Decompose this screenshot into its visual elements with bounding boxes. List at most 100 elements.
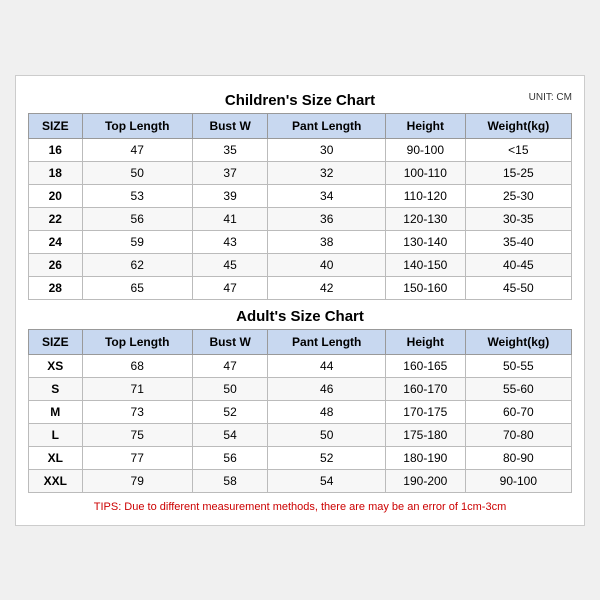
table-cell: 75 (82, 423, 192, 446)
table-cell: 30 (268, 138, 386, 161)
table-cell: 50 (268, 423, 386, 446)
table-cell: 25-30 (465, 184, 571, 207)
table-cell: 120-130 (386, 207, 466, 230)
table-row: S715046160-17055-60 (29, 377, 572, 400)
table-row: XS684744160-16550-55 (29, 354, 572, 377)
table-cell: 35 (192, 138, 268, 161)
table-cell: 48 (268, 400, 386, 423)
table-cell: 41 (192, 207, 268, 230)
table-cell: 47 (192, 354, 268, 377)
table-row: 20533934110-12025-30 (29, 184, 572, 207)
table-cell: L (29, 423, 83, 446)
table-cell: XL (29, 446, 83, 469)
adult-table: SIZE Top Length Bust W Pant Length Heigh… (28, 329, 572, 493)
adult-col-header-top-length: Top Length (82, 329, 192, 354)
adult-col-header-size: SIZE (29, 329, 83, 354)
table-cell: 34 (268, 184, 386, 207)
table-cell: 52 (268, 446, 386, 469)
table-cell: 90-100 (465, 469, 571, 492)
col-header-height: Height (386, 113, 466, 138)
table-cell: 46 (268, 377, 386, 400)
col-header-weight: Weight(kg) (465, 113, 571, 138)
table-cell: 73 (82, 400, 192, 423)
table-cell: 190-200 (386, 469, 466, 492)
table-row: M735248170-17560-70 (29, 400, 572, 423)
table-cell: 68 (82, 354, 192, 377)
adult-title-text: Adult's Size Chart (236, 308, 364, 325)
table-row: 22564136120-13030-35 (29, 207, 572, 230)
table-cell: 59 (82, 230, 192, 253)
table-cell: 50 (82, 161, 192, 184)
table-cell: 38 (268, 230, 386, 253)
table-row: XL775652180-19080-90 (29, 446, 572, 469)
adult-col-header-bust: Bust W (192, 329, 268, 354)
children-title-text: Children's Size Chart (225, 92, 375, 109)
table-cell: 140-150 (386, 253, 466, 276)
table-cell: 45-50 (465, 276, 571, 299)
table-cell: 77 (82, 446, 192, 469)
children-header-row: SIZE Top Length Bust W Pant Length Heigh… (29, 113, 572, 138)
table-cell: 71 (82, 377, 192, 400)
table-cell: 40 (268, 253, 386, 276)
table-cell: 15-25 (465, 161, 571, 184)
table-cell: 37 (192, 161, 268, 184)
table-cell: 52 (192, 400, 268, 423)
table-row: 24594338130-14035-40 (29, 230, 572, 253)
table-cell: 47 (82, 138, 192, 161)
table-cell: <15 (465, 138, 571, 161)
table-cell: 18 (29, 161, 83, 184)
col-header-top-length: Top Length (82, 113, 192, 138)
table-cell: 56 (192, 446, 268, 469)
table-cell: 175-180 (386, 423, 466, 446)
table-cell: 70-80 (465, 423, 571, 446)
table-row: 18503732100-11015-25 (29, 161, 572, 184)
table-cell: 22 (29, 207, 83, 230)
table-cell: 53 (82, 184, 192, 207)
table-row: XXL795854190-20090-100 (29, 469, 572, 492)
table-cell: 50-55 (465, 354, 571, 377)
table-cell: 44 (268, 354, 386, 377)
table-cell: 45 (192, 253, 268, 276)
table-cell: 65 (82, 276, 192, 299)
table-cell: 160-170 (386, 377, 466, 400)
table-cell: 16 (29, 138, 83, 161)
table-cell: 180-190 (386, 446, 466, 469)
table-cell: 130-140 (386, 230, 466, 253)
table-cell: 40-45 (465, 253, 571, 276)
table-cell: 56 (82, 207, 192, 230)
adult-col-header-pant: Pant Length (268, 329, 386, 354)
col-header-size: SIZE (29, 113, 83, 138)
table-cell: 79 (82, 469, 192, 492)
table-cell: 50 (192, 377, 268, 400)
chart-container: Children's Size Chart UNIT: CM SIZE Top … (15, 75, 585, 526)
table-cell: 24 (29, 230, 83, 253)
table-cell: 54 (268, 469, 386, 492)
table-cell: 39 (192, 184, 268, 207)
table-cell: 42 (268, 276, 386, 299)
table-cell: 20 (29, 184, 83, 207)
table-cell: 160-165 (386, 354, 466, 377)
table-cell: 43 (192, 230, 268, 253)
table-cell: 47 (192, 276, 268, 299)
col-header-bust: Bust W (192, 113, 268, 138)
table-row: 1647353090-100<15 (29, 138, 572, 161)
table-cell: 62 (82, 253, 192, 276)
adult-col-header-height: Height (386, 329, 466, 354)
table-row: L755450175-18070-80 (29, 423, 572, 446)
table-cell: 32 (268, 161, 386, 184)
table-cell: 54 (192, 423, 268, 446)
table-cell: 55-60 (465, 377, 571, 400)
table-cell: M (29, 400, 83, 423)
adult-col-header-weight: Weight(kg) (465, 329, 571, 354)
table-cell: 90-100 (386, 138, 466, 161)
table-cell: 30-35 (465, 207, 571, 230)
tips-text: TIPS: Due to different measurement metho… (28, 501, 572, 513)
table-cell: 60-70 (465, 400, 571, 423)
table-cell: 35-40 (465, 230, 571, 253)
table-cell: 170-175 (386, 400, 466, 423)
children-table: SIZE Top Length Bust W Pant Length Heigh… (28, 113, 572, 300)
table-cell: 80-90 (465, 446, 571, 469)
table-cell: 28 (29, 276, 83, 299)
children-title: Children's Size Chart UNIT: CM (28, 86, 572, 113)
adult-header-row: SIZE Top Length Bust W Pant Length Heigh… (29, 329, 572, 354)
